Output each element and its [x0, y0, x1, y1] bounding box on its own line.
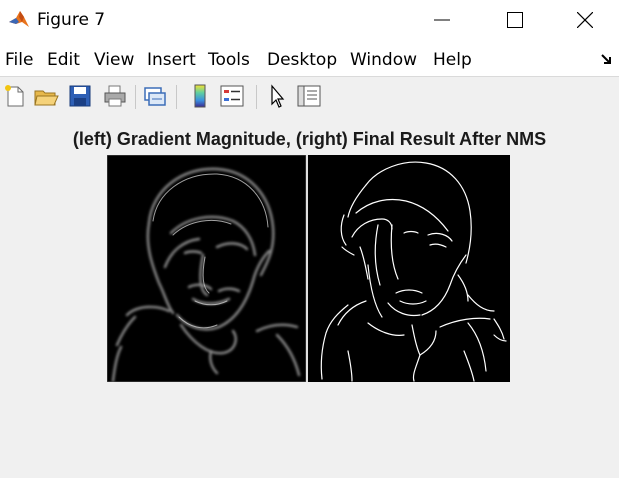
maximize-icon: [507, 12, 523, 28]
minimize-button[interactable]: [419, 0, 465, 40]
property-inspector-icon[interactable]: [296, 83, 322, 109]
figure-title: (left) Gradient Magnitude, (right) Final…: [72, 129, 547, 149]
menu-insert[interactable]: Insert: [147, 50, 196, 70]
menu-desktop[interactable]: Desktop: [267, 50, 337, 70]
image-divider: [306, 155, 308, 382]
save-icon[interactable]: [67, 83, 93, 109]
minimize-icon: [434, 19, 450, 21]
maximize-button[interactable]: [492, 0, 538, 40]
close-icon: [577, 12, 593, 28]
nms-result-image: [308, 155, 510, 382]
toolbar-separator: [256, 85, 257, 109]
menu-window[interactable]: Window: [350, 50, 417, 70]
menu-view[interactable]: View: [94, 50, 134, 70]
link-plot-icon[interactable]: [142, 83, 168, 109]
new-figure-icon[interactable]: [2, 83, 28, 109]
gradient-magnitude-image: [107, 155, 307, 382]
dock-arrow-icon[interactable]: [600, 52, 614, 66]
edit-plot-arrow-icon[interactable]: [264, 83, 290, 109]
menu-help[interactable]: Help: [433, 50, 472, 70]
close-button[interactable]: [562, 0, 608, 40]
toolbar-separator: [135, 85, 136, 109]
colorbar-icon[interactable]: [187, 83, 213, 109]
legend-icon[interactable]: [219, 83, 245, 109]
menu-bar: File Edit View Insert Tools Desktop Wind…: [0, 40, 619, 76]
montage-canvas: [107, 155, 510, 382]
open-file-icon[interactable]: [33, 83, 59, 109]
print-icon[interactable]: [102, 83, 128, 109]
image-montage: [107, 155, 510, 382]
menu-tools[interactable]: Tools: [208, 50, 250, 70]
figure-toolbar: [0, 76, 619, 117]
matlab-app-icon: [8, 8, 30, 30]
window-title: Figure 7: [37, 10, 106, 30]
title-bar: Figure 7: [0, 0, 619, 40]
menu-edit[interactable]: Edit: [47, 50, 80, 70]
toolbar-separator: [176, 85, 177, 109]
menu-file[interactable]: File: [5, 50, 33, 70]
